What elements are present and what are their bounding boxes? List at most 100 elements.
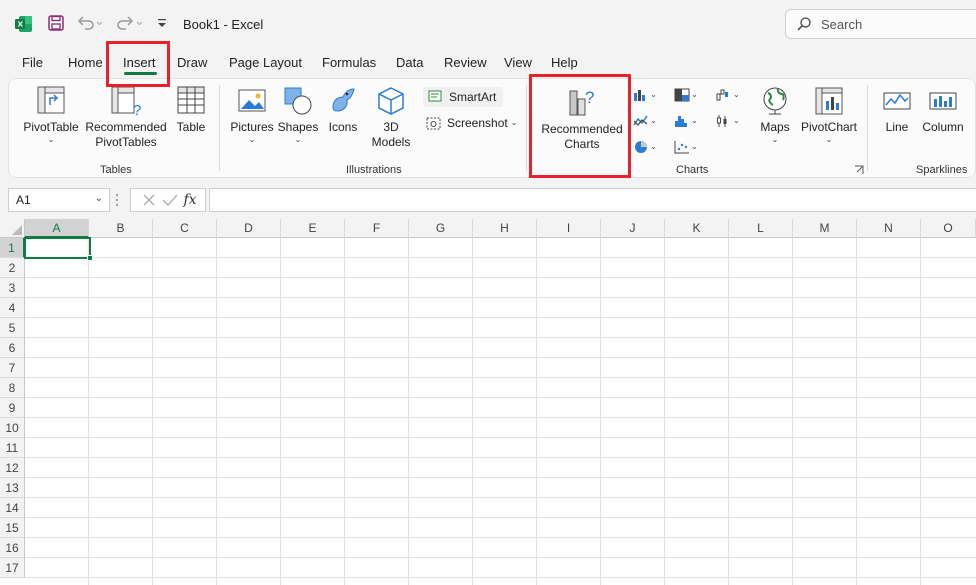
row-header[interactable]: 15 (0, 518, 25, 538)
column-header[interactable]: I (537, 219, 601, 238)
column-header[interactable]: J (601, 219, 665, 238)
column-header[interactable]: C (153, 219, 217, 238)
screenshot-button[interactable]: Screenshot ⌄ (425, 113, 521, 133)
row-header[interactable]: 17 (0, 558, 25, 578)
row-header[interactable]: 14 (0, 498, 25, 518)
row-header[interactable]: 10 (0, 418, 25, 438)
sparklines-group-label: Sparklines (916, 164, 968, 176)
tab-formulas[interactable]: Formulas (322, 55, 376, 70)
statistic-chart-button[interactable]: ⌄ (673, 113, 698, 129)
column-header[interactable]: L (729, 219, 793, 238)
active-cell[interactable] (24, 237, 91, 259)
insert-ribbon: PivotTable ⌄ ? Recommended PivotTables T… (8, 78, 976, 178)
row-header[interactable]: 7 (0, 358, 25, 378)
row-header[interactable]: 1 (0, 238, 25, 258)
group-separator (867, 85, 868, 171)
hierarchy-chart-button[interactable]: ⌄ (673, 87, 698, 103)
redo-icon[interactable] (114, 14, 144, 32)
grid-line (25, 557, 976, 558)
row-header[interactable]: 2 (0, 258, 25, 278)
stock-chart-button[interactable]: ⌄ (715, 113, 740, 129)
table-icon (177, 86, 205, 114)
tab-help[interactable]: Help (551, 55, 578, 70)
line-chart-button[interactable]: ⌄ (632, 113, 657, 129)
pictures-button[interactable]: Pictures ⌄ (229, 85, 275, 145)
column-header[interactable]: B (89, 219, 153, 238)
column-header[interactable]: H (473, 219, 537, 238)
table-button[interactable]: Table (169, 85, 213, 135)
tab-home[interactable]: Home (68, 55, 103, 70)
enter-icon[interactable] (159, 192, 181, 208)
3d-models-button[interactable]: 3D Models (363, 85, 419, 150)
excel-logo-icon (14, 14, 34, 34)
sparkline-column-button[interactable]: Column (919, 85, 967, 135)
shapes-button[interactable]: Shapes ⌄ (277, 85, 319, 145)
chevron-down-icon: ⌄ (650, 90, 657, 99)
cancel-icon[interactable] (139, 192, 159, 208)
search-box[interactable]: Search (785, 9, 976, 39)
treemap-icon (674, 88, 690, 102)
tab-file[interactable]: File (22, 55, 43, 70)
grid-line (856, 238, 857, 585)
row-header[interactable]: 9 (0, 398, 25, 418)
fill-handle[interactable] (87, 255, 93, 261)
column-header[interactable]: G (409, 219, 473, 238)
save-icon[interactable] (47, 14, 65, 32)
waterfall-chart-button[interactable]: ⌄ (715, 87, 740, 103)
sparkline-line-icon (883, 92, 911, 110)
grid-line (25, 537, 976, 538)
worksheet-grid[interactable]: A B C D E F G H I J K L M N O 1 2 3 4 5 6 7 8 9 10 11 12 13 14 15 16 17 (0, 219, 976, 585)
scatter-chart-button[interactable]: ⌄ (673, 139, 698, 155)
column-header[interactable]: D (217, 219, 281, 238)
chevron-down-icon[interactable]: ⌄ (95, 193, 103, 204)
recommended-pivottables-button[interactable]: ? Recommended PivotTables (83, 85, 169, 150)
row-header[interactable]: 11 (0, 438, 25, 458)
grid-line (152, 238, 153, 585)
grid-line (25, 457, 976, 458)
undo-icon[interactable] (76, 14, 104, 32)
tab-draw[interactable]: Draw (177, 55, 207, 70)
chevron-down-icon: ⌄ (771, 135, 779, 144)
chevron-down-icon: ⌄ (248, 135, 256, 144)
chevron-down-icon: ⌄ (733, 116, 740, 125)
pie-chart-button[interactable]: ⌄ (632, 139, 657, 155)
tab-review[interactable]: Review (444, 55, 487, 70)
column-header[interactable]: K (665, 219, 729, 238)
row-header[interactable]: 12 (0, 458, 25, 478)
icons-icon (332, 88, 355, 112)
pivotchart-button[interactable]: PivotChart ⌄ (797, 85, 861, 145)
tab-data[interactable]: Data (396, 55, 423, 70)
histogram-icon (675, 116, 687, 127)
column-header[interactable]: O (921, 219, 976, 238)
tab-view[interactable]: View (504, 55, 532, 70)
customize-quick-access-icon[interactable] (155, 15, 169, 31)
pictures-icon (238, 89, 266, 112)
3d-models-label-2: Models (371, 135, 411, 149)
row-header[interactable]: 8 (0, 378, 25, 398)
maps-button[interactable]: Maps ⌄ (757, 85, 793, 145)
formula-input[interactable] (209, 188, 976, 212)
row-header[interactable]: 16 (0, 538, 25, 558)
row-header[interactable]: 3 (0, 278, 25, 298)
icons-button[interactable]: Icons (323, 85, 363, 135)
name-box[interactable]: A1 ⌄ (8, 188, 110, 212)
insert-function-button[interactable]: fx (183, 192, 196, 208)
column-header[interactable]: F (345, 219, 409, 238)
sparkline-line-label: Line (885, 120, 909, 134)
column-header[interactable]: M (793, 219, 857, 238)
row-header[interactable]: 6 (0, 338, 25, 358)
sparkline-line-button[interactable]: Line (877, 85, 917, 135)
smartart-button[interactable]: SmartArt (423, 87, 503, 107)
column-header[interactable]: A (25, 219, 89, 238)
pivottable-button[interactable]: PivotTable ⌄ (19, 85, 83, 145)
charts-dialog-launcher-icon[interactable] (854, 165, 864, 175)
column-chart-button[interactable]: ⌄ (632, 87, 657, 103)
select-all-corner[interactable] (0, 219, 25, 238)
column-header[interactable]: N (857, 219, 921, 238)
icons-label: Icons (328, 120, 358, 134)
row-header[interactable]: 5 (0, 318, 25, 338)
row-header[interactable]: 13 (0, 478, 25, 498)
row-header[interactable]: 4 (0, 298, 25, 318)
tab-page-layout[interactable]: Page Layout (229, 55, 302, 70)
column-header[interactable]: E (281, 219, 345, 238)
